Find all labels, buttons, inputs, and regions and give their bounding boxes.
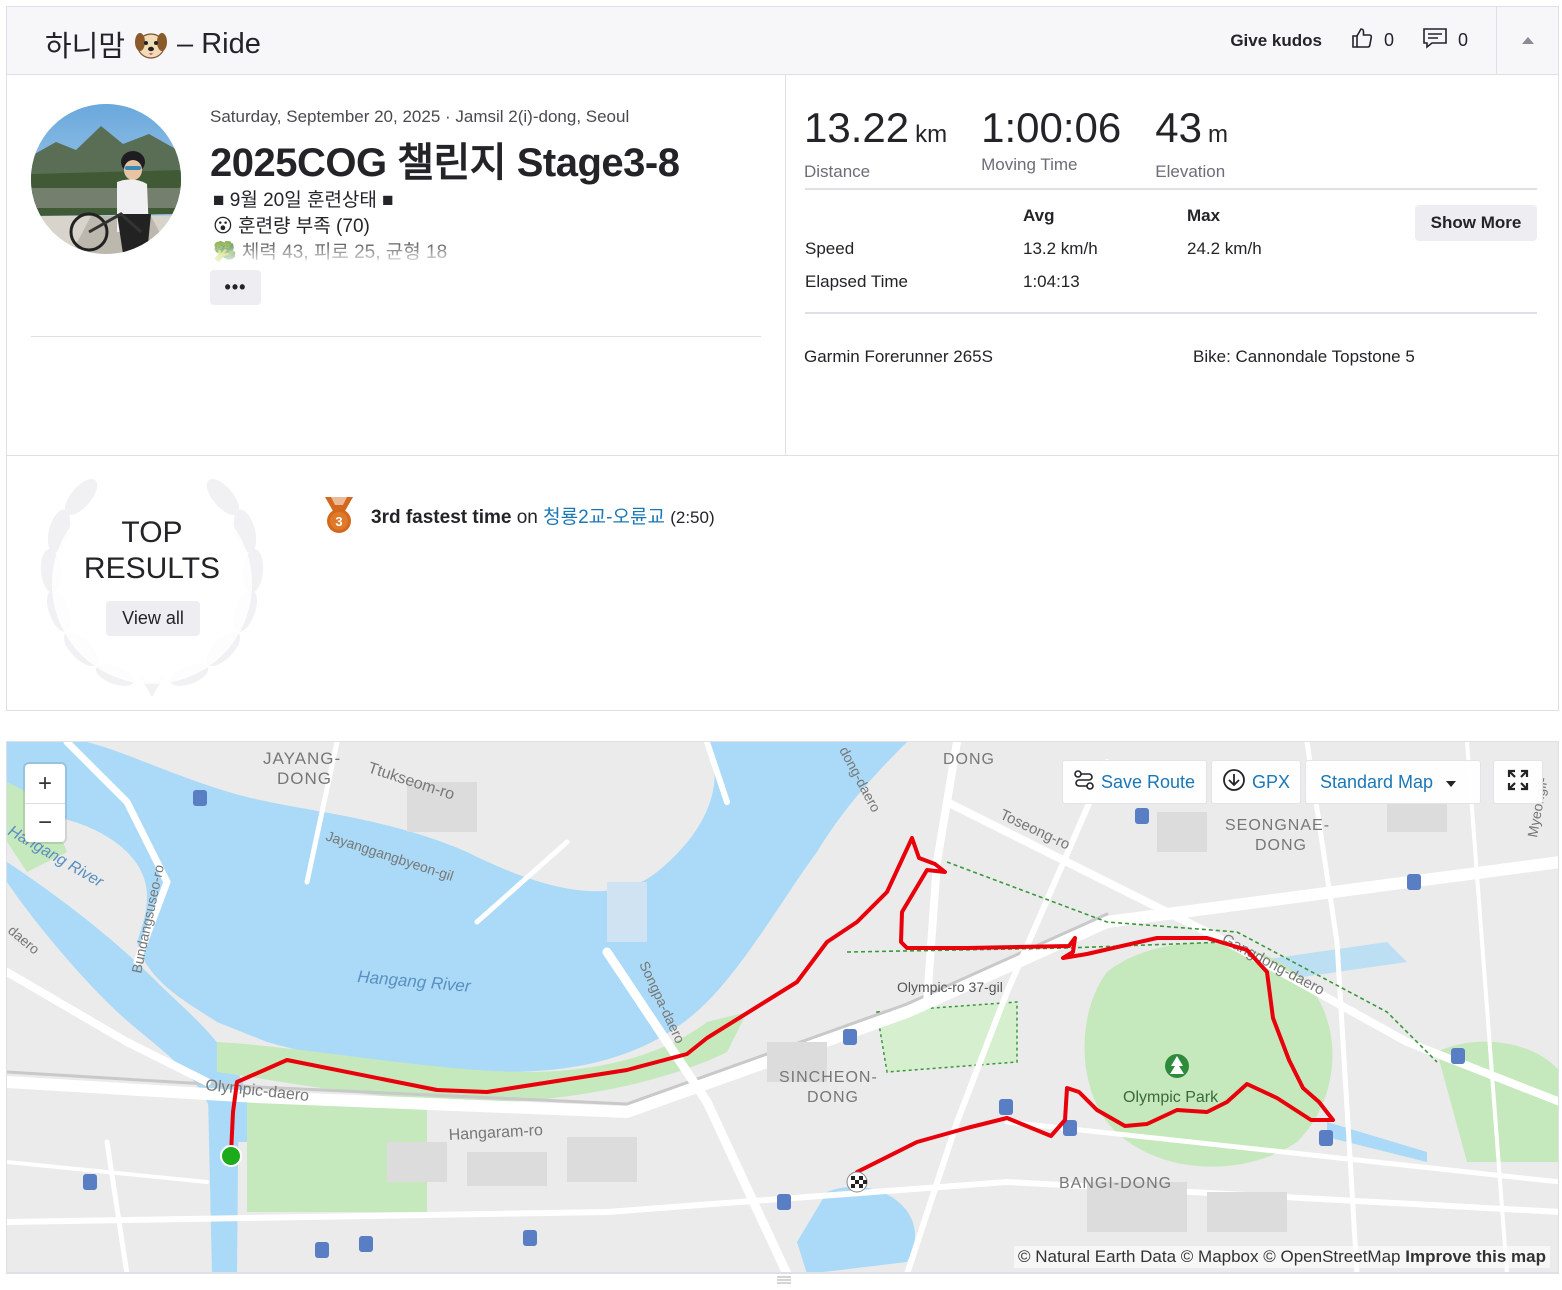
map-label: Olympic Park (1123, 1089, 1219, 1106)
map-resize-handle[interactable] (6, 1273, 1559, 1285)
top-results-line: TOP (121, 516, 183, 549)
gpx-button[interactable]: GPX (1211, 760, 1301, 804)
speed-label: Speed (805, 239, 855, 258)
map-attribution: © Natural Earth Data © Mapbox © OpenStre… (1014, 1246, 1550, 1268)
top-results-title: TOP RESULTS (47, 515, 257, 587)
fullscreen-button[interactable] (1493, 760, 1543, 804)
map-label: DONG (1255, 837, 1307, 854)
map-label: DONG (277, 769, 332, 788)
activity-type: – Ride (177, 27, 261, 60)
divider (31, 336, 761, 337)
zoom-out-button[interactable]: − (25, 803, 65, 842)
gpx-label: GPX (1252, 771, 1291, 792)
speed-avg: 13.2 km/h (1023, 239, 1098, 258)
elevation-value: 43 (1155, 104, 1202, 151)
elevation-stat: 43 m Elevation (1155, 104, 1228, 182)
dog-face-icon (133, 26, 169, 62)
caret-down-icon (1445, 772, 1457, 793)
map-style-label: Standard Map (1320, 771, 1434, 792)
top-results-line: RESULTS (83, 552, 221, 585)
map-label: BANGI-DONG (1059, 1175, 1172, 1192)
max-header: Max (1187, 206, 1221, 225)
activity-details: Saturday, September 20, 2025 · Jamsil 2(… (6, 74, 1559, 456)
activity-date-location: Saturday, September 20, 2025 · Jamsil 2(… (210, 107, 630, 126)
comment-count: 0 (1457, 30, 1468, 50)
avg-header: Avg (1023, 206, 1055, 225)
distance-label: Distance (804, 162, 871, 181)
route-map[interactable]: JAYANG- DONG Ttukseom-ro Jayanggangbyeon… (6, 741, 1559, 1273)
athlete-name[interactable]: 하니맘 (45, 23, 125, 65)
save-route-button[interactable]: Save Route (1062, 760, 1207, 804)
kudos-counter[interactable]: 0 (1350, 26, 1394, 55)
zoom-control: + − (25, 764, 65, 842)
map-label: SEONGNAE- (1225, 817, 1330, 834)
elapsed-time-label: Elapsed Time (805, 272, 908, 291)
comment-icon (1422, 26, 1448, 55)
bronze-medal-icon: 3 (325, 497, 353, 533)
distance-stat: 13.22 km Distance (804, 104, 947, 182)
top-results-section: TOP RESULTS View all 3 3rd fastest time … (6, 455, 1559, 711)
achievement-text: 3rd fastest time on 청룡2교-오륜교 (2:50) (371, 502, 715, 529)
kudos-count: 0 (1383, 30, 1394, 50)
activity-title: 2025COG 챌린지 Stage3-8 (210, 141, 680, 185)
column-divider (785, 74, 786, 455)
route-icon (1073, 769, 1095, 796)
device-name: Garmin Forerunner 265S (804, 347, 993, 366)
give-kudos-button[interactable]: Give kudos (1230, 31, 1322, 51)
map-style-dropdown[interactable]: Standard Map (1305, 760, 1481, 804)
segment-link[interactable]: 청룡2교-오륜교 (543, 507, 665, 528)
map-label: SINCHEON- (779, 1069, 878, 1086)
description-fade (207, 234, 497, 262)
achievement-on: on (516, 506, 538, 528)
zoom-in-button[interactable]: + (25, 764, 65, 803)
moving-time-stat: 1:00:06 Moving Time (981, 104, 1121, 182)
more-options-button[interactable]: ••• (210, 270, 261, 305)
header-actions: Give kudos 0 0 (1230, 7, 1558, 74)
description-line: ■ 9월 20일 훈련상태 ■ (213, 190, 394, 211)
distance-unit: km (915, 121, 948, 148)
medal-rank: 3 (335, 514, 342, 529)
elapsed-time-avg: 1:04:13 (1023, 272, 1080, 291)
achievement-item: 3 3rd fastest time on 청룡2교-오륜교 (2:50) (321, 495, 715, 535)
download-icon (1222, 768, 1246, 797)
bike-name: Bike: Cannondale Topstone 5 (1193, 347, 1415, 366)
save-route-label: Save Route (1101, 771, 1196, 792)
athlete-avatar[interactable] (31, 104, 181, 254)
activity-header: 하니맘 – Ride Give kudos 0 0 (6, 6, 1559, 75)
view-all-button[interactable]: View all (106, 601, 200, 636)
achievement-rank-text: 3rd fastest time (371, 506, 512, 528)
map-label: DONG (807, 1089, 859, 1106)
map-label: DONG (943, 751, 995, 768)
map-label: JAYANG- (263, 749, 341, 768)
map-canvas[interactable]: JAYANG- DONG Ttukseom-ro Jayanggangbyeon… (7, 742, 1559, 1273)
activity-header-title: 하니맘 – Ride (45, 23, 261, 65)
collapse-button[interactable] (1496, 7, 1558, 74)
map-label: Olympic-ro 37-gil (897, 979, 1003, 995)
speed-max: 24.2 km/h (1187, 239, 1262, 258)
improve-map-link[interactable]: Improve this map (1405, 1247, 1546, 1266)
achievement-time: (2:50) (670, 507, 715, 527)
moving-time-value: 1:00:06 (981, 104, 1122, 151)
thumbs-up-icon (1350, 26, 1374, 55)
drag-handle-icon (777, 1276, 791, 1284)
comments-counter[interactable]: 0 (1422, 26, 1468, 55)
caret-up-icon (1521, 32, 1535, 50)
divider (805, 312, 1537, 314)
fullscreen-icon (1506, 768, 1530, 797)
distance-value: 13.22 (804, 104, 910, 151)
moving-time-label: Moving Time (981, 155, 1078, 174)
elevation-unit: m (1207, 121, 1228, 148)
primary-stats: 13.22 km Distance 1:00:06 Moving Time 43 m… (804, 104, 1262, 182)
show-more-button[interactable]: Show More (1415, 205, 1537, 241)
elevation-label: Elevation (1155, 162, 1226, 181)
start-marker (220, 1145, 242, 1167)
divider (805, 188, 1537, 190)
attribution-text[interactable]: © Natural Earth Data © Mapbox © OpenStre… (1018, 1247, 1400, 1266)
